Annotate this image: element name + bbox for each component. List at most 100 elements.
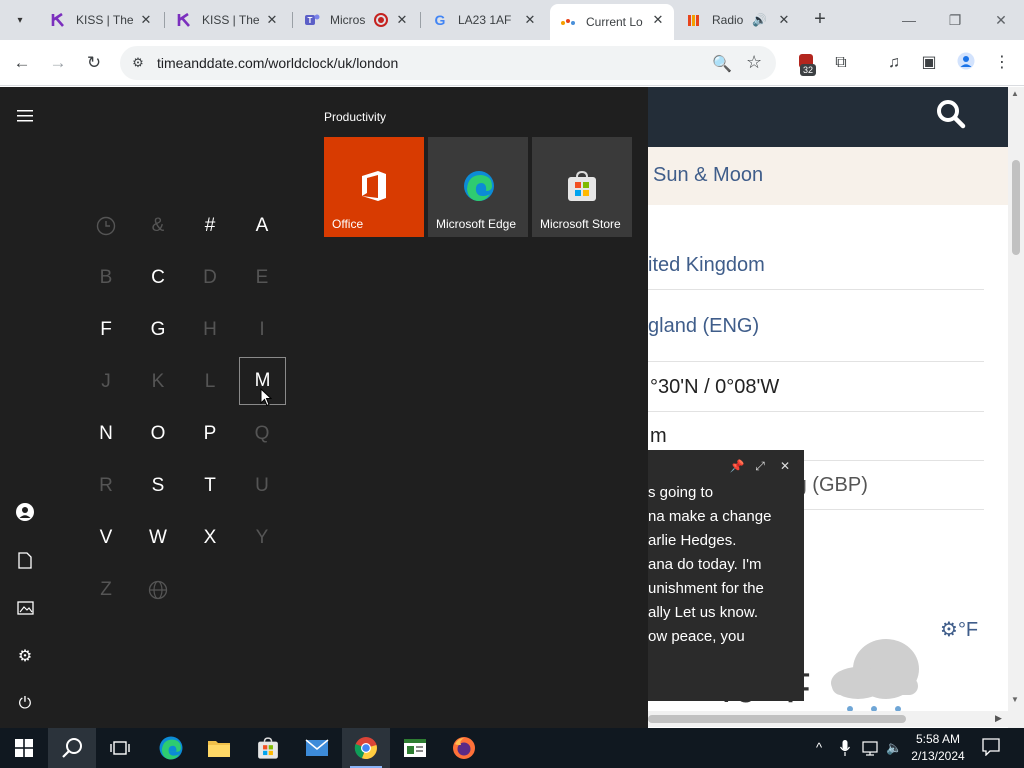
bookmark-star-icon[interactable]: ☆: [746, 52, 762, 73]
forward-button[interactable]: →: [45, 50, 71, 76]
settings-gear-icon[interactable]: ⚙: [14, 645, 36, 667]
close-icon[interactable]: ✕: [777, 458, 793, 474]
taskbar-app[interactable]: [391, 728, 439, 768]
network-icon[interactable]: [862, 740, 880, 759]
search-icon[interactable]: [936, 99, 966, 136]
tile-label: Microsoft Store: [540, 217, 621, 231]
user-account-icon[interactable]: [14, 501, 36, 523]
extensions-puzzle-icon[interactable]: ⧉: [830, 52, 852, 74]
notifications-icon[interactable]: [982, 738, 1002, 758]
letter-hash[interactable]: #: [187, 203, 233, 249]
letter-n[interactable]: N: [83, 411, 129, 457]
radio-logo-icon: [686, 12, 702, 28]
url-text[interactable]: timeanddate.com/worldclock/uk/london: [157, 55, 398, 71]
tab-teams[interactable]: T Micros ✕: [294, 4, 418, 36]
taskbar-mail[interactable]: [293, 728, 341, 768]
address-bar[interactable]: ⚙ timeanddate.com/worldclock/uk/london 🔍…: [120, 46, 776, 80]
start-button[interactable]: [0, 728, 48, 768]
tab-search-button[interactable]: ▾: [8, 8, 32, 32]
tile-microsoft-store[interactable]: Microsoft Store: [532, 137, 632, 237]
extension-badge: 32: [800, 64, 817, 76]
search-button[interactable]: [48, 728, 96, 768]
caption-line: ana do today. I'm: [648, 556, 762, 573]
temperature-unit-toggle[interactable]: ⚙°F: [940, 617, 978, 642]
chrome-icon: [354, 737, 377, 760]
letter-i: I: [259, 319, 265, 340]
letter-v[interactable]: V: [83, 515, 129, 561]
app-window-icon: [404, 739, 426, 757]
caption-line: ow peace, you: [648, 628, 745, 645]
arrow-right-icon: →: [49, 53, 67, 72]
microphone-icon[interactable]: [839, 740, 851, 759]
close-icon[interactable]: ✕: [650, 12, 666, 28]
pictures-icon[interactable]: [14, 597, 36, 619]
store-icon: [258, 737, 278, 759]
horizontal-scrollbar[interactable]: ▶: [648, 711, 1008, 727]
tab-current-local-time[interactable]: Current Lo ✕: [550, 4, 674, 40]
unit-label: °F: [957, 619, 979, 641]
reload-button[interactable]: ↻: [81, 50, 107, 76]
vertical-scrollbar[interactable]: ▲ ▼: [1008, 87, 1024, 728]
firefox-icon: [453, 737, 475, 759]
letter-o[interactable]: O: [135, 411, 181, 457]
taskbar-chrome[interactable]: [342, 728, 390, 768]
taskbar-file-explorer[interactable]: [195, 728, 243, 768]
menu-kebab-icon[interactable]: ⋮: [991, 52, 1013, 74]
documents-icon[interactable]: [14, 549, 36, 571]
tab-google[interactable]: G LA23 1AF ✕: [422, 4, 546, 36]
taskbar-store[interactable]: [244, 728, 292, 768]
region-link[interactable]: gland (ENG): [648, 315, 759, 338]
side-panel-icon[interactable]: ▣: [918, 52, 940, 74]
caption-line: na make a change: [648, 508, 772, 525]
minimize-button[interactable]: —: [886, 0, 932, 40]
close-icon[interactable]: ✕: [776, 12, 792, 28]
letter-f[interactable]: F: [83, 307, 129, 353]
letter-p[interactable]: P: [187, 411, 233, 457]
letter-d: D: [203, 267, 217, 288]
svg-text:T: T: [308, 16, 313, 25]
letter-a[interactable]: A: [239, 203, 285, 249]
sun-moon-link[interactable]: Sun & Moon: [653, 164, 763, 187]
letter-g[interactable]: G: [135, 307, 181, 353]
power-icon[interactable]: ⏻: [14, 693, 36, 715]
mail-icon: [305, 739, 329, 756]
close-icon[interactable]: ✕: [264, 12, 280, 28]
speaker-icon: 🔊: [752, 13, 767, 27]
show-hidden-icons-chevron-icon[interactable]: ^: [816, 740, 822, 755]
site-info-icon[interactable]: ⚙: [130, 55, 146, 71]
close-icon[interactable]: ✕: [394, 12, 410, 28]
close-window-button[interactable]: ✕: [978, 0, 1024, 40]
back-button[interactable]: ←: [9, 50, 35, 76]
tile-microsoft-edge[interactable]: Microsoft Edge: [428, 137, 528, 237]
caption-line: ally Let us know.: [648, 604, 759, 621]
expand-icon[interactable]: ⤢: [752, 458, 768, 474]
tab-kiss-1[interactable]: KISS | The ✕: [40, 4, 162, 36]
tab-kiss-2[interactable]: KISS | The ✕: [166, 4, 288, 36]
new-tab-button[interactable]: +: [808, 8, 832, 32]
profile-icon[interactable]: [955, 52, 977, 74]
tab-radio[interactable]: Radio 🔊 ✕: [676, 4, 800, 36]
close-icon[interactable]: ✕: [138, 12, 154, 28]
taskbar-firefox[interactable]: [440, 728, 488, 768]
letter-w[interactable]: W: [135, 515, 181, 561]
pin-icon[interactable]: 📌: [729, 458, 745, 474]
letter-t[interactable]: T: [187, 463, 233, 509]
country-link[interactable]: ited Kingdom: [648, 254, 765, 277]
letter-h: H: [203, 319, 217, 340]
taskbar-edge[interactable]: [147, 728, 195, 768]
edge-icon: [159, 736, 183, 760]
zoom-icon[interactable]: 🔍: [712, 54, 732, 74]
globe-icon: [135, 567, 181, 613]
letter-c[interactable]: C: [135, 255, 181, 301]
system-clock[interactable]: 5:58 AM 2/13/2024: [907, 731, 969, 765]
letter-s[interactable]: S: [135, 463, 181, 509]
volume-icon[interactable]: 🔈: [886, 740, 902, 756]
media-control-icon[interactable]: ♫: [883, 52, 905, 74]
hamburger-menu-icon[interactable]: [14, 105, 36, 127]
letter-x[interactable]: X: [187, 515, 233, 561]
letter-ampersand: &: [151, 215, 165, 236]
tile-office[interactable]: Office: [324, 137, 424, 237]
restore-button[interactable]: ❐: [932, 0, 978, 40]
close-icon[interactable]: ✕: [522, 12, 538, 28]
task-view-button[interactable]: [96, 728, 144, 768]
